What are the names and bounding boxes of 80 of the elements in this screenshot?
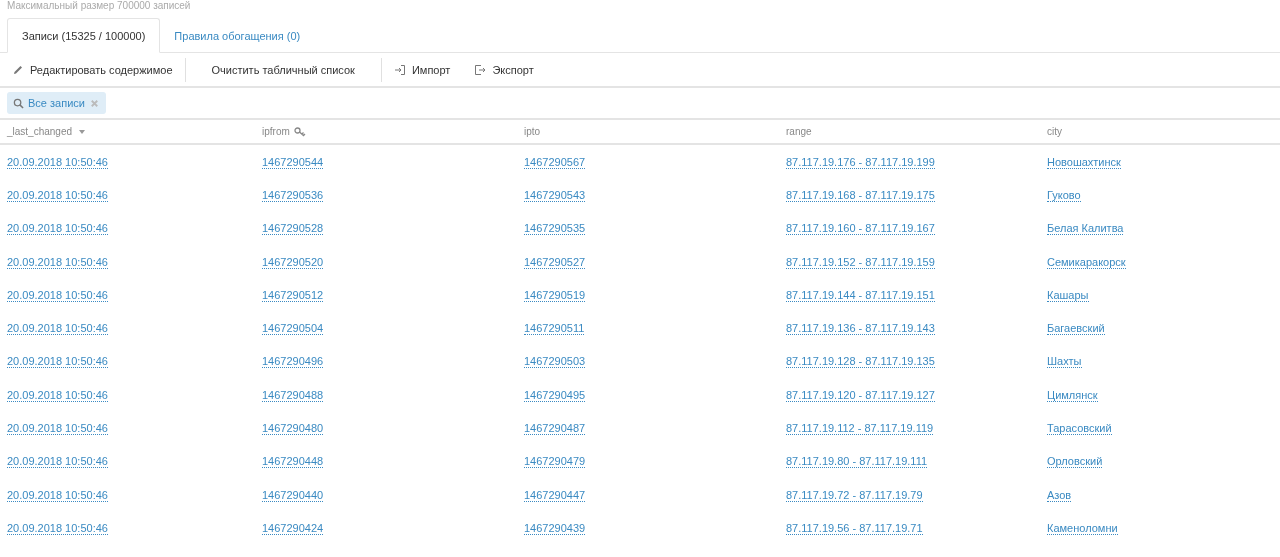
table-cell-link[interactable]: 20.09.2018 10:50:46	[7, 455, 108, 469]
table-cell-link[interactable]: 20.09.2018 10:50:46	[7, 155, 108, 169]
table-cell-link[interactable]: 87.117.19.120 - 87.117.19.127	[786, 388, 935, 402]
table-cell-link[interactable]: 20.09.2018 10:50:46	[7, 521, 108, 535]
table-cell-link[interactable]: 1467290504	[262, 322, 324, 336]
table-cell-link[interactable]: 87.117.19.168 - 87.117.19.175	[786, 188, 935, 202]
table-cell-link[interactable]: 1467290447	[524, 488, 586, 502]
table-cell-link[interactable]: 1467290440	[262, 488, 324, 502]
column-header[interactable]: ipfrom	[262, 126, 290, 137]
table-cell-link[interactable]: Гуково	[1047, 188, 1081, 202]
table-cell-link[interactable]: 87.117.19.56 - 87.117.19.71	[786, 521, 923, 535]
tab[interactable]: Правила обогащения (0)	[160, 18, 315, 53]
table-cell-link[interactable]: 20.09.2018 10:50:46	[7, 255, 108, 269]
table-cell-link[interactable]: 1467290512	[262, 288, 324, 302]
table-cell-link[interactable]: 20.09.2018 10:50:46	[7, 422, 108, 435]
table-cell-link[interactable]: 87.117.19.72 - 87.117.19.79	[786, 488, 923, 502]
table-cell-link[interactable]: 87.117.19.144 - 87.117.19.151	[786, 288, 935, 302]
table-cell-link[interactable]: 87.117.19.160 - 87.117.19.167	[786, 222, 935, 236]
table-cell-link[interactable]: 1467290519	[524, 288, 586, 302]
table-cell-link[interactable]: 1467290544	[262, 155, 324, 169]
table-cell-link[interactable]: 1467290520	[262, 255, 324, 269]
import-button[interactable]: Импорт	[381, 53, 463, 86]
table-cell-link[interactable]: 1467290424	[262, 521, 324, 535]
table-cell-link[interactable]: Семикаракорск	[1047, 255, 1126, 269]
table-cell-link[interactable]: 87.117.19.152 - 87.117.19.159	[786, 255, 935, 269]
table-cell-link[interactable]: Кашары	[1047, 288, 1089, 302]
tab[interactable]: Записи (15325 / 100000)	[7, 18, 161, 53]
table-cell-link[interactable]: 1467290527	[524, 255, 586, 269]
limit-note: Максимальный размер 700000 записей	[6, 0, 192, 12]
key-icon	[293, 126, 306, 137]
table-cell-link[interactable]: 20.09.2018 10:50:46	[7, 388, 108, 402]
export-icon	[474, 63, 487, 76]
edit-button[interactable]: Редактировать содержимое	[0, 53, 185, 86]
table-cell-link[interactable]: 87.117.19.136 - 87.117.19.143	[786, 322, 935, 336]
table-cell-link[interactable]: Белая Калитва	[1047, 222, 1124, 236]
table-cell-link[interactable]: 1467290495	[524, 388, 586, 402]
table-cell-link[interactable]: 1467290543	[524, 188, 586, 202]
clear-button[interactable]: Очистить табличный список	[185, 53, 381, 86]
table-cell-link[interactable]: 1467290496	[262, 355, 324, 369]
table-cell-link[interactable]: 1467290536	[262, 188, 324, 202]
table-cell-link[interactable]: 20.09.2018 10:50:46	[7, 188, 108, 202]
table-cell-link[interactable]: Багаевский	[1047, 322, 1105, 336]
column-header[interactable]: range	[786, 126, 812, 137]
table-cell-link[interactable]: 1467290528	[262, 222, 324, 236]
table-cell-link[interactable]: Азов	[1047, 488, 1072, 502]
column-header[interactable]: city	[1047, 126, 1062, 137]
table-cell-link[interactable]: Шахты	[1047, 355, 1082, 369]
table-cell-link[interactable]: 20.09.2018 10:50:46	[7, 488, 108, 502]
table-cell-link[interactable]: 1467290479	[524, 455, 586, 469]
filter-chip[interactable]: Все записи	[7, 92, 106, 114]
pencil-icon	[12, 63, 24, 76]
column-header[interactable]: ipto	[524, 126, 541, 137]
export-button[interactable]: Экспорт	[462, 53, 546, 86]
close-icon	[88, 97, 100, 109]
table-cell-link[interactable]: 1467290503	[524, 355, 586, 369]
table-cell-link[interactable]: 87.117.19.176 - 87.117.19.199	[786, 155, 935, 169]
table-cell-link[interactable]: Тарасовский	[1047, 422, 1112, 435]
import-icon	[393, 63, 406, 76]
table-cell-link[interactable]: 1467290567	[524, 155, 586, 169]
table-cell-link[interactable]: 87.117.19.80 - 87.117.19.111	[786, 455, 928, 469]
table-cell-link[interactable]: 87.117.19.112 - 87.117.19.119	[786, 422, 934, 435]
table-cell-link[interactable]: 1467290488	[262, 388, 324, 402]
table-cell-link[interactable]: Орловский	[1047, 455, 1103, 469]
table-cell-link[interactable]: Новошахтинск	[1047, 155, 1121, 169]
search-icon	[13, 97, 24, 109]
table-cell-link[interactable]: 1467290535	[524, 222, 586, 236]
table-cell-link[interactable]: 20.09.2018 10:50:46	[7, 322, 108, 336]
table-cell-link[interactable]: 1467290480	[262, 422, 324, 435]
table-cell-link[interactable]: 1467290448	[262, 455, 324, 469]
table-cell-link[interactable]: Каменоломни	[1047, 521, 1118, 535]
table-cell-link[interactable]: 1467290487	[524, 422, 586, 435]
table-cell-link[interactable]: 87.117.19.128 - 87.117.19.135	[786, 355, 935, 369]
table-cell-link[interactable]: 20.09.2018 10:50:46	[7, 222, 108, 236]
table-cell-link[interactable]: 20.09.2018 10:50:46	[7, 288, 108, 302]
table-cell-link[interactable]: 1467290511	[524, 322, 585, 336]
table-cell-link[interactable]: 1467290439	[524, 521, 586, 535]
column-header[interactable]: _last_changed	[7, 126, 73, 137]
table-cell-link[interactable]: Цимлянск	[1047, 388, 1098, 402]
filter-label: Все записи	[28, 97, 85, 109]
table-cell-link[interactable]: 20.09.2018 10:50:46	[7, 355, 108, 369]
